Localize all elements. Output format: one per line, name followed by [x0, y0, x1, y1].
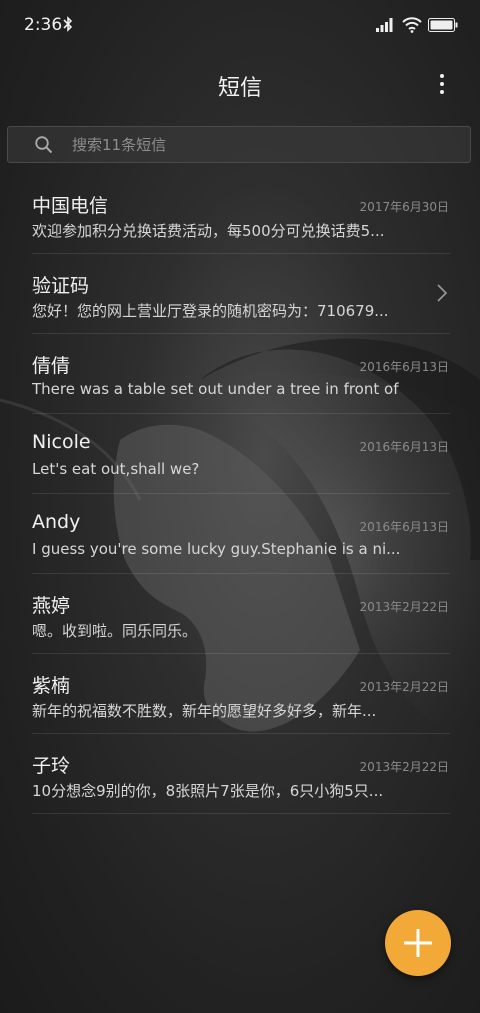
status-time: 2:36 [24, 15, 63, 35]
message-item-1[interactable]: 验证码 您好！您的网上营业厅登录的随机密码为：710679... [0, 254, 480, 334]
message-date: 2013年2月22日 [359, 600, 449, 614]
message-sender: 倩倩 [32, 355, 71, 377]
signal-icon [376, 18, 393, 32]
message-preview: 您好！您的网上营业厅登录的随机密码为：710679... [32, 302, 389, 320]
search-input[interactable] [70, 127, 452, 162]
search-bar[interactable] [7, 126, 471, 163]
more-options-button[interactable] [428, 70, 456, 98]
divider [32, 813, 450, 814]
message-preview: 嗯。收到啦。同乐同乐。 [32, 622, 198, 640]
page-title: 短信 [217, 76, 262, 101]
message-preview: 10分想念9别的你，8张照片7张是你，6只小狗5只... [32, 782, 384, 800]
message-preview: There was a table set out under a tree i… [32, 380, 402, 398]
message-sender: 中国电信 [32, 195, 109, 217]
battery-icon [428, 18, 458, 32]
message-sender: Nicole [32, 431, 91, 453]
message-date: 2017年6月30日 [359, 200, 449, 214]
message-sender: 紫楠 [32, 675, 71, 697]
message-preview: I guess you're some lucky guy.Stephanie … [32, 540, 401, 558]
message-list: 中国电信 2017年6月30日 欢迎参加积分兑换话费活动，每500分可兑换话费5… [0, 174, 480, 814]
message-preview: 新年的祝福数不胜数，新年的愿望好多好多，新年... [32, 702, 377, 720]
message-item-7[interactable]: 子玲 2013年2月22日 10分想念9别的你，8张照片7张是你，6只小狗5只.… [0, 734, 480, 814]
more-vertical-icon [440, 74, 444, 78]
message-item-5[interactable]: 燕婷 2013年2月22日 嗯。收到啦。同乐同乐。 [0, 574, 480, 654]
title-bar: 短信 [0, 60, 480, 108]
message-date: 2013年2月22日 [359, 760, 449, 774]
message-sender: 子玲 [32, 755, 71, 777]
message-preview: Let's eat out,shall we? [32, 460, 200, 478]
status-bar: 2:36 [0, 0, 480, 54]
plus-icon [404, 929, 432, 957]
message-item-0[interactable]: 中国电信 2017年6月30日 欢迎参加积分兑换话费活动，每500分可兑换话费5… [0, 174, 480, 254]
message-date: 2016年6月13日 [359, 440, 449, 454]
message-date: 2013年2月22日 [359, 680, 449, 694]
message-item-6[interactable]: 紫楠 2013年2月22日 新年的祝福数不胜数，新年的愿望好多好多，新年... [0, 654, 480, 734]
message-date: 2016年6月13日 [359, 520, 449, 534]
message-item-4[interactable]: Andy 2016年6月13日 I guess you're some luck… [0, 494, 480, 574]
chevron-right-icon [437, 284, 447, 302]
message-item-3[interactable]: Nicole 2016年6月13日 Let's eat out,shall we… [0, 414, 480, 494]
new-message-button[interactable] [385, 910, 451, 976]
message-sender: Andy [32, 511, 81, 533]
message-preview: 欢迎参加积分兑换话费活动，每500分可兑换话费5... [32, 222, 385, 240]
bluetooth-icon [63, 16, 73, 32]
message-item-2[interactable]: 倩倩 2016年6月13日 There was a table set out … [0, 334, 480, 414]
message-sender: 燕婷 [32, 595, 71, 617]
search-icon [35, 136, 53, 154]
message-date: 2016年6月13日 [359, 360, 449, 374]
message-sender: 验证码 [32, 275, 90, 297]
wifi-icon [402, 17, 422, 33]
